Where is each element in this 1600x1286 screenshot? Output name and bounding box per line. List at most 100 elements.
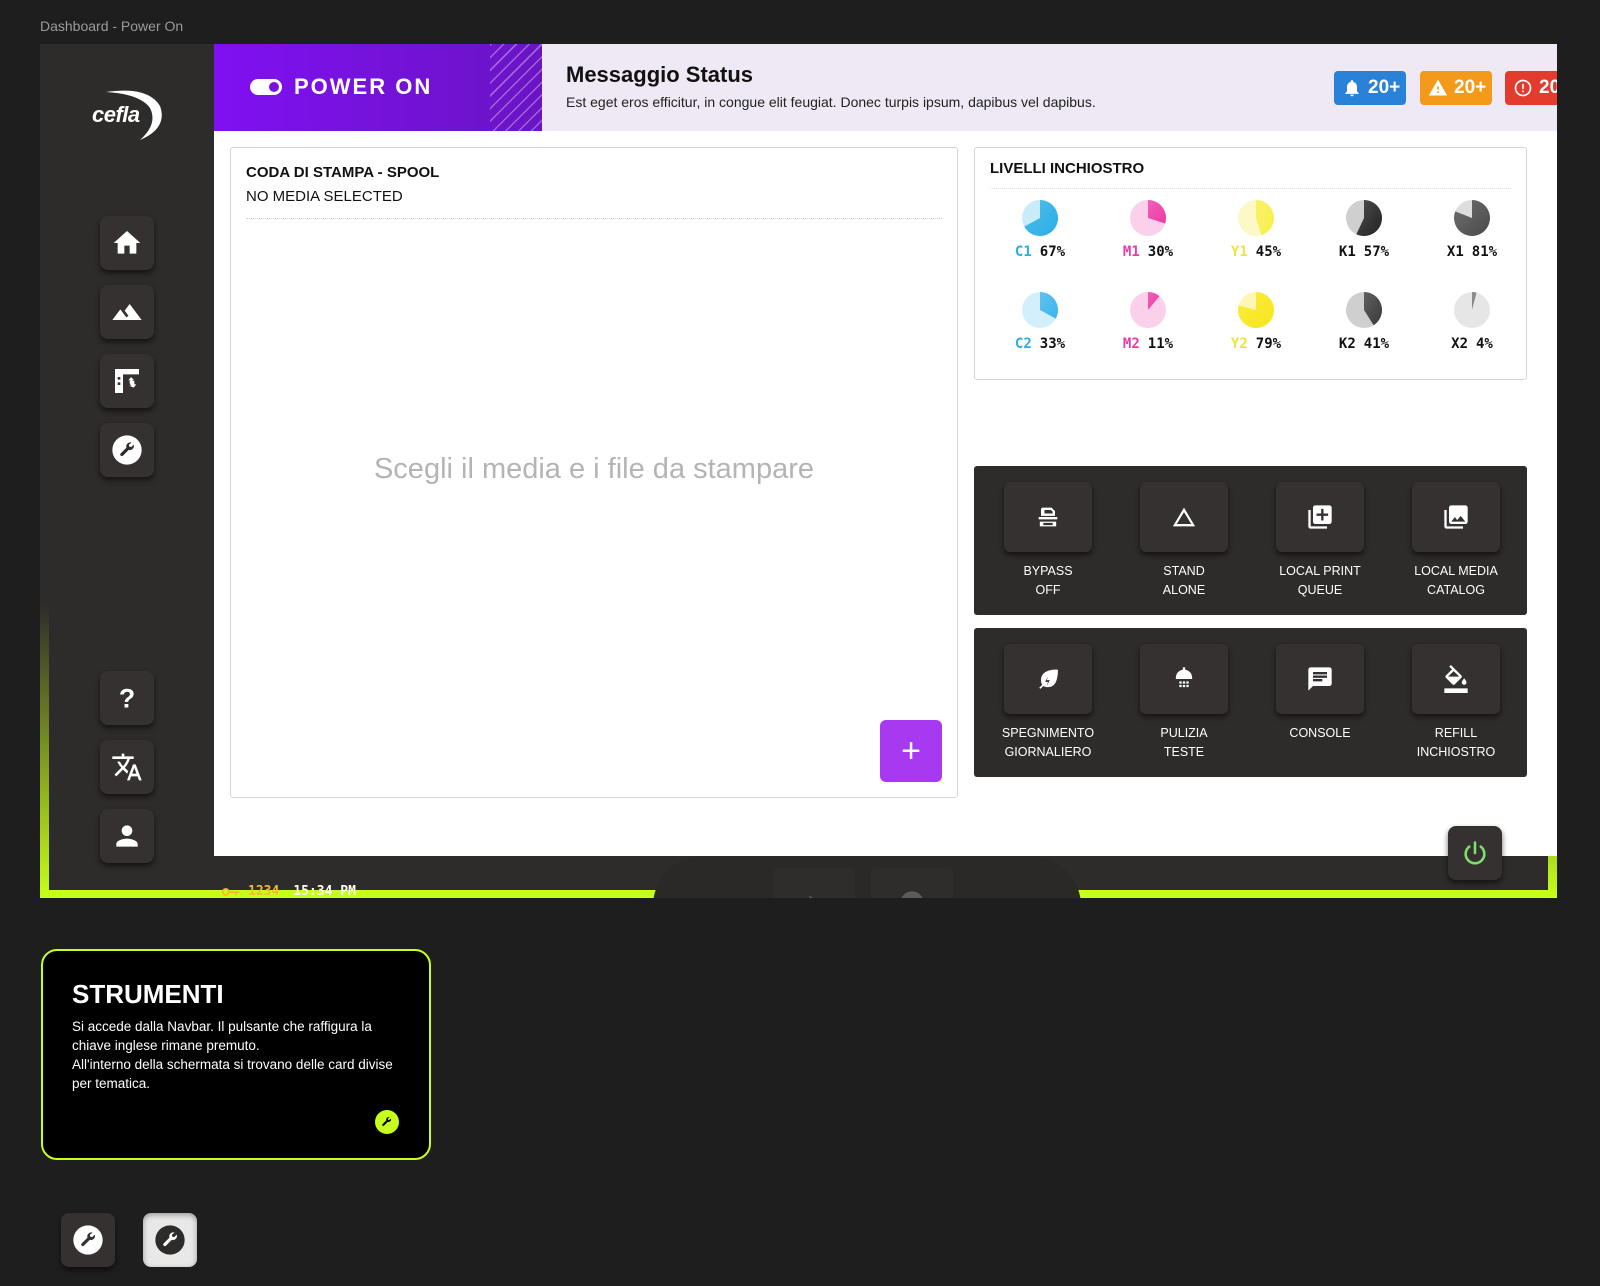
swap-layout-icon bbox=[115, 369, 139, 393]
tool-bypass-off: BYPASS OFF bbox=[988, 482, 1108, 602]
power-icon bbox=[1464, 841, 1486, 865]
tools-button-default[interactable] bbox=[61, 1213, 115, 1267]
tools-button-pressed[interactable] bbox=[143, 1213, 197, 1267]
ink-pie bbox=[1238, 200, 1274, 236]
ink-level-label: Y2 79% bbox=[1206, 336, 1306, 352]
ink-channel-name: X2 bbox=[1451, 336, 1468, 352]
errors-badge[interactable]: 20+ bbox=[1505, 71, 1557, 105]
cancel-job-button[interactable] bbox=[871, 868, 953, 898]
ink-level-x1: X1 81% bbox=[1422, 200, 1522, 280]
nav-tools-button[interactable] bbox=[100, 423, 154, 477]
tool-label: SPEGNIMENTO GIORNALIERO bbox=[1001, 726, 1095, 759]
spool-title: CODA DI STAMPA - SPOOL bbox=[246, 164, 440, 181]
power-label: POWER ON bbox=[294, 74, 433, 99]
nav-help-button[interactable]: ? bbox=[100, 671, 154, 725]
tool-button[interactable] bbox=[1140, 644, 1228, 714]
mountain-icon bbox=[112, 304, 142, 320]
tools-card-connectivity: BYPASS OFF STAND ALONE LOCAL PRINT QUEUE LO… bbox=[974, 466, 1527, 615]
playback-controls bbox=[653, 856, 1081, 898]
power-stripes bbox=[490, 44, 542, 131]
ink-channel-name: K2 bbox=[1338, 336, 1356, 352]
strumenti-note-card: STRUMENTI Si accede dalla Navbar. Il pul… bbox=[41, 949, 431, 1160]
wrench-icon bbox=[112, 435, 142, 465]
nav-media-button[interactable] bbox=[100, 285, 154, 339]
ink-level-c2: C2 33% bbox=[990, 292, 1090, 372]
tool-button[interactable] bbox=[1412, 482, 1500, 552]
session-info: 1234 15:34 PM bbox=[222, 884, 356, 898]
tool-button[interactable] bbox=[1276, 482, 1364, 552]
paint-bucket-icon bbox=[1444, 665, 1468, 693]
ink-channel-name: M1 bbox=[1122, 244, 1140, 260]
ink-pie bbox=[1346, 292, 1382, 328]
ink-channel-name: M2 bbox=[1122, 336, 1140, 352]
ink-pie bbox=[1130, 292, 1166, 328]
triangle-icon bbox=[1172, 507, 1196, 527]
tool-button[interactable] bbox=[1140, 482, 1228, 552]
ink-pie bbox=[1454, 292, 1490, 328]
ink-channel-name: Y2 bbox=[1230, 336, 1248, 352]
ink-pie bbox=[1238, 292, 1274, 328]
ink-pie bbox=[1022, 200, 1058, 236]
notifications-badge[interactable]: 20+ bbox=[1334, 71, 1407, 105]
tool-button[interactable] bbox=[1276, 644, 1364, 714]
tool-button[interactable] bbox=[1004, 644, 1092, 714]
add-queue-icon bbox=[1308, 505, 1332, 529]
close-circle-icon bbox=[901, 891, 923, 898]
wrench-icon bbox=[73, 1225, 103, 1255]
ink-channel-name: Y1 bbox=[1230, 244, 1248, 260]
bypass-icon bbox=[1038, 507, 1058, 527]
media-catalog-icon bbox=[1444, 505, 1468, 529]
tool-button[interactable] bbox=[1412, 644, 1500, 714]
ink-level-label: C1 67% bbox=[990, 244, 1090, 260]
ink-level-y2: Y2 79% bbox=[1206, 292, 1306, 372]
tool-console: CONSOLE bbox=[1260, 644, 1380, 764]
card-title: STRUMENTI bbox=[72, 979, 224, 1009]
tool-refill-inchiostro: REFILL INCHIOSTRO bbox=[1396, 644, 1516, 764]
warnings-badge[interactable]: 20+ bbox=[1420, 71, 1493, 105]
nav-user-button[interactable] bbox=[100, 809, 154, 863]
question-icon: ? bbox=[119, 683, 135, 713]
ink-percentage: 11% bbox=[1147, 336, 1174, 352]
wrench-icon bbox=[375, 1110, 399, 1134]
message-body: Est eget eros efficitur, in congue elit … bbox=[566, 94, 1096, 110]
sidebar: cefla ? bbox=[40, 44, 214, 890]
tool-button[interactable] bbox=[1004, 482, 1092, 552]
chat-icon bbox=[1308, 667, 1332, 691]
frame-label: Dashboard - Power On bbox=[40, 18, 184, 34]
tool-label: STAND ALONE bbox=[1162, 564, 1206, 597]
user-icon bbox=[116, 825, 138, 847]
nav-language-button[interactable] bbox=[100, 740, 154, 794]
nav-queue-button[interactable] bbox=[100, 354, 154, 408]
warnings-count: 20+ bbox=[1454, 77, 1487, 98]
ink-level-c1: C1 67% bbox=[990, 200, 1090, 280]
svg-text:?: ? bbox=[119, 683, 135, 713]
ink-level-y1: Y1 45% bbox=[1206, 200, 1306, 280]
ink-level-label: C2 33% bbox=[990, 336, 1090, 352]
ink-level-label: K2 41% bbox=[1314, 336, 1414, 352]
power-off-button[interactable] bbox=[1448, 826, 1502, 880]
wrench-icon bbox=[155, 1225, 185, 1255]
nav-home-button[interactable] bbox=[100, 216, 154, 270]
play-button[interactable] bbox=[773, 868, 855, 898]
errors-count: 20+ bbox=[1539, 77, 1557, 98]
tool-local-print-queue: LOCAL PRINT QUEUE bbox=[1260, 482, 1380, 602]
add-media-button[interactable]: + bbox=[880, 720, 942, 782]
ink-channel-name: X1 bbox=[1446, 244, 1464, 260]
spool-panel: CODA DI STAMPA - SPOOL NO MEDIA SELECTED… bbox=[230, 147, 958, 798]
ink-level-m2: M2 11% bbox=[1098, 292, 1198, 372]
tool-label: LOCAL PRINT QUEUE bbox=[1279, 564, 1361, 597]
tool-stand-alone: STAND ALONE bbox=[1124, 482, 1244, 602]
play-icon bbox=[809, 895, 814, 898]
ink-percentage: 45% bbox=[1255, 244, 1282, 260]
power-on-indicator[interactable]: POWER ON bbox=[214, 44, 542, 131]
key-code: 1234 bbox=[248, 884, 280, 898]
ink-levels-panel: LIVELLI INCHIOSTRO C1 67% M1 30% Y1 45% K1 57% X… bbox=[974, 147, 1527, 380]
ink-level-k2: K2 41% bbox=[1314, 292, 1414, 372]
tool-label: REFILL INCHIOSTRO bbox=[1416, 726, 1496, 759]
message-title: Messaggio Status bbox=[566, 62, 754, 87]
tool-local-media-catalog: LOCAL MEDIA CATALOG bbox=[1396, 482, 1516, 602]
ink-divider bbox=[990, 188, 1511, 189]
ink-level-label: K1 57% bbox=[1314, 244, 1414, 260]
warning-icon bbox=[1428, 79, 1448, 96]
tool-label: LOCAL MEDIA CATALOG bbox=[1414, 564, 1498, 597]
